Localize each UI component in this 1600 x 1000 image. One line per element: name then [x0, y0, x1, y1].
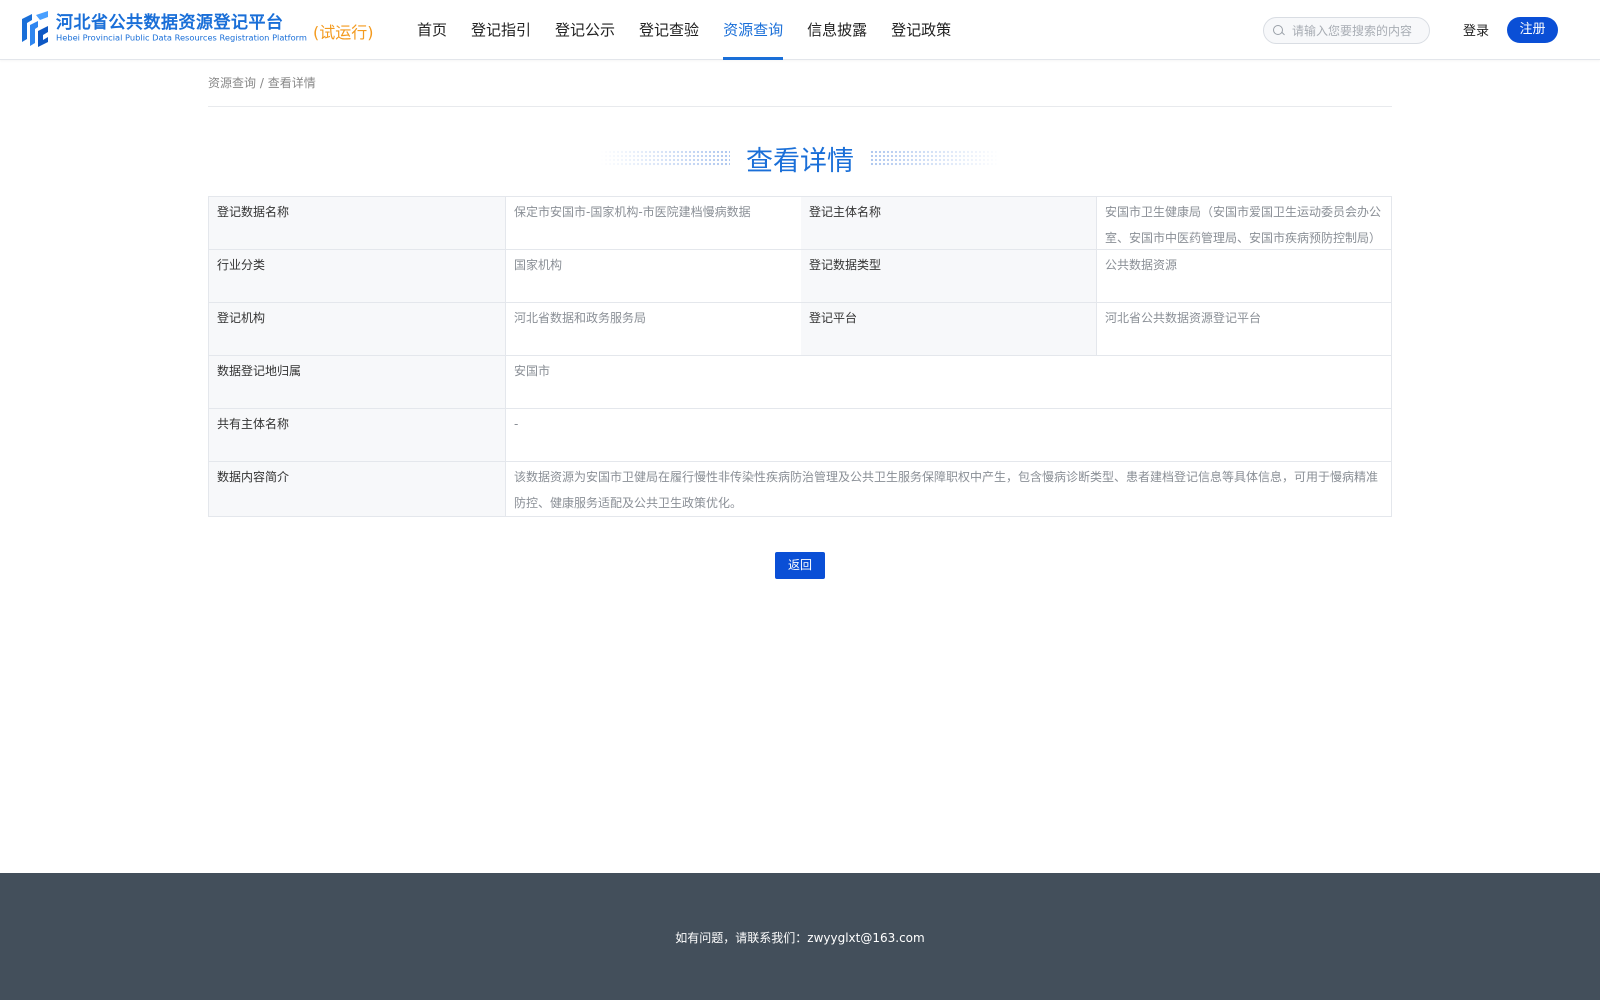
table-row: 行业分类 国家机构 登记数据类型 公共数据资源: [209, 250, 1391, 303]
title-decoration-left: [600, 150, 730, 166]
data-name-label: 登记数据名称: [209, 197, 506, 249]
nav-policy[interactable]: 登记政策: [891, 0, 951, 60]
title-section: 查看详情: [0, 136, 1600, 180]
nav-resource-query[interactable]: 资源查询: [723, 0, 784, 60]
search-input[interactable]: [1292, 23, 1427, 38]
back-button[interactable]: 返回: [775, 552, 825, 579]
agency-label: 登记机构: [209, 303, 506, 355]
data-type-value: 公共数据资源: [1097, 250, 1391, 302]
page-title: 查看详情: [746, 145, 854, 177]
industry-label: 行业分类: [209, 250, 506, 302]
platform-value: 河北省公共数据资源登记平台: [1097, 303, 1391, 355]
data-type-label: 登记数据类型: [801, 250, 1097, 302]
breadcrumb-current: 查看详情: [267, 76, 316, 90]
title-decoration-right: [870, 150, 1000, 166]
nav-disclosure[interactable]: 信息披露: [807, 0, 867, 60]
table-row: 数据内容简介 该数据资源为安国市卫健局在履行慢性非传染性疾病防治管理及公共卫生服…: [209, 462, 1391, 516]
site-footer: 如有问题，请联系我们：zwyyglxt@163.com: [0, 873, 1600, 1000]
breadcrumb-separator: /: [259, 76, 264, 90]
industry-value: 国家机构: [506, 250, 801, 302]
summary-label: 数据内容简介: [209, 462, 506, 516]
breadcrumb: 资源查询 / 查看详情: [208, 74, 316, 91]
logo-icon: [22, 11, 48, 47]
platform-label: 登记平台: [801, 303, 1097, 355]
table-row: 共有主体名称 -: [209, 409, 1391, 462]
logo-title: 河北省公共数据资源登记平台: [56, 13, 284, 33]
logo-subtitle: Hebei Provincial Public Data Resources R…: [56, 33, 307, 44]
main-nav: 首页 登记指引 登记公示 登记查验 资源查询 信息披露 登记政策: [417, 0, 975, 60]
trial-badge: (试运行): [313, 23, 374, 42]
summary-value: 该数据资源为安国市卫健局在履行慢性非传染性疾病防治管理及公共卫生服务保障职权中产…: [506, 462, 1391, 516]
register-button[interactable]: 注册: [1507, 17, 1558, 43]
detail-table: 登记数据名称 保定市安国市-国家机构-市医院建档慢病数据 登记主体名称 安国市卫…: [208, 196, 1392, 517]
breadcrumb-parent[interactable]: 资源查询: [208, 76, 256, 90]
table-row: 登记机构 河北省数据和政务服务局 登记平台 河北省公共数据资源登记平台: [209, 303, 1391, 356]
location-value: 安国市: [506, 356, 1391, 408]
nav-verify[interactable]: 登记查验: [639, 0, 699, 60]
table-row: 登记数据名称 保定市安国市-国家机构-市医院建档慢病数据 登记主体名称 安国市卫…: [209, 197, 1391, 250]
subject-name-label: 登记主体名称: [801, 197, 1097, 249]
footer-contact: 如有问题，请联系我们：zwyyglxt@163.com: [675, 931, 925, 945]
nav-guide[interactable]: 登记指引: [471, 0, 531, 60]
nav-home[interactable]: 首页: [417, 0, 447, 60]
login-link[interactable]: 登录: [1463, 20, 1489, 39]
table-row: 数据登记地归属 安国市: [209, 356, 1391, 409]
breadcrumb-divider: [208, 106, 1392, 107]
nav-publicity[interactable]: 登记公示: [555, 0, 615, 60]
agency-value: 河北省数据和政务服务局: [506, 303, 801, 355]
search-box[interactable]: [1263, 17, 1430, 44]
location-label: 数据登记地归属: [209, 356, 506, 408]
search-icon[interactable]: [1272, 24, 1286, 38]
site-header: 河北省公共数据资源登记平台 Hebei Provincial Public Da…: [0, 0, 1600, 60]
site-logo[interactable]: 河北省公共数据资源登记平台 Hebei Provincial Public Da…: [18, 11, 326, 47]
data-name-value: 保定市安国市-国家机构-市医院建档慢病数据: [506, 197, 801, 249]
co-owner-label: 共有主体名称: [209, 409, 506, 461]
subject-name-value: 安国市卫生健康局（安国市爱国卫生运动委员会办公室、安国市中医药管理局、安国市疾病…: [1097, 197, 1391, 249]
co-owner-value: -: [506, 409, 1391, 461]
